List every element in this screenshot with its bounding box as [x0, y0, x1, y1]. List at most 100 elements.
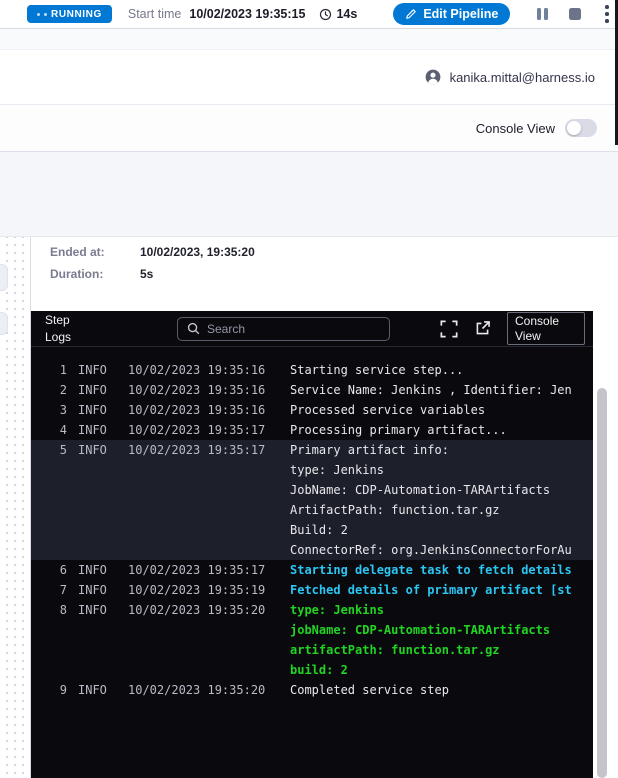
log-level: INFO	[78, 600, 112, 680]
log-message-line: artifactPath: function.tar.gz	[290, 640, 593, 660]
log-timestamp: 10/02/2023 19:35:20	[128, 600, 274, 680]
log-timestamp: 10/02/2023 19:35:19	[128, 580, 274, 600]
edit-pipeline-label: Edit Pipeline	[423, 7, 498, 21]
duration-value: 5s	[140, 267, 153, 281]
log-message: Service Name: Jenkins , Identifier: Jen	[290, 380, 593, 400]
console-title: Step Logs	[45, 312, 89, 344]
log-row: 8INFO10/02/2023 19:35:20type: Jenkinsjob…	[31, 600, 593, 680]
log-level: INFO	[78, 440, 112, 560]
user-avatar-icon[interactable]	[424, 68, 442, 86]
clock-icon	[319, 8, 332, 21]
log-line-number: 7	[31, 580, 67, 600]
user-row: kanika.mittal@harness.io	[0, 50, 618, 105]
log-message-line: Starting delegate task to fetch details	[290, 560, 593, 580]
header-spacer-band	[0, 29, 618, 50]
running-indicator-icon	[44, 13, 47, 16]
console-view-toggle[interactable]	[565, 119, 597, 137]
log-message-line: Processed service variables	[290, 400, 593, 420]
log-message-line: Build: 2	[290, 520, 593, 540]
ended-at-value: 10/02/2023, 19:35:20	[140, 245, 255, 259]
stage-band	[0, 152, 618, 236]
log-timestamp: 10/02/2023 19:35:17	[128, 420, 274, 440]
log-level: INFO	[78, 560, 112, 580]
log-message-line: Service Name: Jenkins , Identifier: Jen	[290, 380, 593, 400]
start-time-value: 10/02/2023 19:35:15	[189, 7, 305, 21]
running-indicator-icon	[37, 13, 40, 16]
step-details-panel: Ended at: 10/02/2023, 19:35:20 Duration:…	[0, 236, 618, 778]
log-level: INFO	[78, 380, 112, 400]
log-timestamp: 10/02/2023 19:35:16	[128, 400, 274, 420]
ended-at-label: Ended at:	[50, 245, 140, 259]
log-message-line: Fetched details of primary artifact [st	[290, 580, 593, 600]
more-options-icon[interactable]	[603, 3, 611, 24]
log-message-line: type: Jenkins	[290, 600, 593, 620]
log-message: Processing primary artifact...	[290, 420, 593, 440]
log-line-number: 1	[31, 360, 67, 380]
console-view-toggle-label: Console View	[476, 121, 555, 136]
log-line-number: 3	[31, 400, 67, 420]
status-badge: RUNNING	[27, 5, 112, 23]
log-row: 2 INFO 10/02/2023 19:35:16 Service Name: Je…	[31, 380, 593, 400]
log-message-line: jobName: CDP-Automation-TARArtifacts	[290, 620, 593, 640]
toggle-knob	[567, 121, 581, 135]
log-search-box[interactable]	[177, 317, 390, 341]
log-message: Primary artifact info:type: JenkinsJobNa…	[290, 440, 593, 560]
search-icon	[187, 322, 200, 335]
step-logs-console: Step Logs Console Vie	[31, 311, 593, 778]
duration-label: Duration:	[50, 267, 140, 281]
log-timestamp: 10/02/2023 19:35:20	[128, 680, 274, 700]
log-level: INFO	[78, 580, 112, 600]
execution-topbar: RUNNING Start time 10/02/2023 19:35:15 1…	[0, 0, 618, 29]
log-timestamp: 10/02/2023 19:35:17	[128, 560, 274, 580]
log-message-line: ConnectorRef: org.JenkinsConnectorForAu	[290, 540, 593, 560]
log-row: 3 INFO 10/02/2023 19:35:16 Processed servic…	[31, 400, 593, 420]
log-message-line: JobName: CDP-Automation-TARArtifacts	[290, 480, 593, 500]
step-meta: Ended at: 10/02/2023, 19:35:20 Duration:…	[31, 237, 618, 281]
log-message-line: Completed service step	[290, 680, 593, 700]
console-view-button[interactable]: Console View	[507, 312, 585, 345]
stop-pipeline-icon[interactable]	[569, 8, 581, 20]
pencil-icon	[405, 8, 417, 20]
log-line-number: 5	[31, 440, 67, 560]
edit-pipeline-button[interactable]: Edit Pipeline	[393, 3, 510, 25]
log-message: Completed service step	[290, 680, 593, 700]
log-message: Processed service variables	[290, 400, 593, 420]
log-message-line: Processing primary artifact...	[290, 420, 593, 440]
log-message-line: type: Jenkins	[290, 460, 593, 480]
log-search-input[interactable]	[207, 322, 380, 336]
graph-node[interactable]	[0, 312, 8, 335]
log-message-line: build: 2	[290, 660, 593, 680]
log-message: type: JenkinsjobName: CDP-Automation-TAR…	[290, 600, 593, 680]
log-line-number: 4	[31, 420, 67, 440]
log-line-number: 8	[31, 600, 67, 680]
user-email[interactable]: kanika.mittal@harness.io	[450, 70, 595, 85]
page-scrollbar[interactable]	[597, 388, 607, 778]
log-message: Starting delegate task to fetch details	[290, 560, 593, 580]
log-level: INFO	[78, 420, 112, 440]
log-row: 9 INFO 10/02/2023 19:35:20 Completed servic…	[31, 680, 593, 700]
external-link-icon[interactable]	[474, 320, 491, 337]
log-level: INFO	[78, 400, 112, 420]
log-row: 4 INFO 10/02/2023 19:35:17 Processing prima…	[31, 420, 593, 440]
pause-pipeline-icon[interactable]	[537, 8, 548, 20]
fullscreen-icon[interactable]	[440, 320, 458, 338]
log-message-line: Primary artifact info:	[290, 440, 593, 460]
log-row: 5INFO10/02/2023 19:35:17Primary artifact…	[31, 440, 593, 560]
log-row: 7 INFO 10/02/2023 19:35:19 Fetched details …	[31, 580, 593, 600]
log-timestamp: 10/02/2023 19:35:16	[128, 360, 274, 380]
log-line-number: 9	[31, 680, 67, 700]
log-message: Fetched details of primary artifact [st	[290, 580, 593, 600]
log-message-line: Starting service step...	[290, 360, 593, 380]
log-line-number: 2	[31, 380, 67, 400]
console-header: Step Logs Console Vie	[31, 311, 593, 347]
log-timestamp: 10/02/2023 19:35:16	[128, 380, 274, 400]
log-message: Starting service step...	[290, 360, 593, 380]
log-list: 1 INFO 10/02/2023 19:35:16 Starting service…	[31, 347, 593, 700]
log-timestamp: 10/02/2023 19:35:17	[128, 440, 274, 560]
log-level: INFO	[78, 680, 112, 700]
elapsed-time: 14s	[336, 7, 357, 21]
graph-node[interactable]	[0, 264, 8, 291]
start-time-label: Start time	[128, 7, 182, 21]
log-row: 6INFO10/02/2023 19:35:17Starting delegat…	[31, 560, 593, 580]
log-row: 1INFO10/02/2023 19:35:16Starting service…	[31, 360, 593, 380]
